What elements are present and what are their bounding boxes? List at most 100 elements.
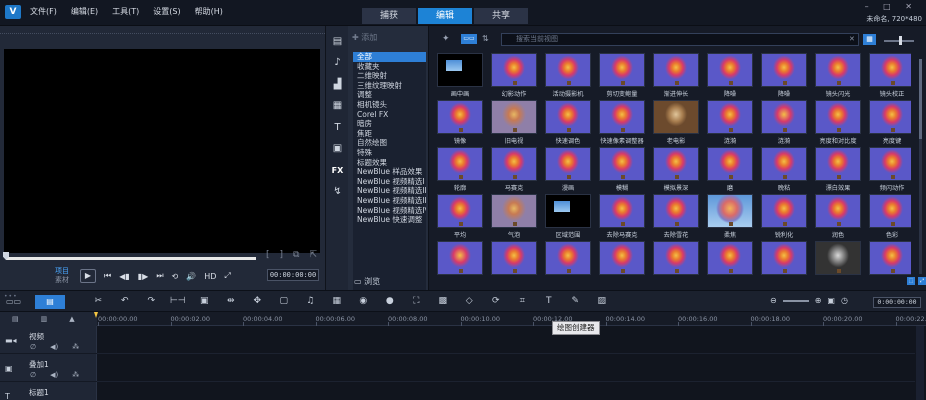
folder-item[interactable]: 收藏夹 [353,62,426,72]
next-frame-icon[interactable]: ▮▶ [138,272,149,281]
effect-thumbnail[interactable]: 气泡 [491,194,537,240]
fullscreen-icon[interactable]: ⤢ [224,271,230,281]
clip-mode-label[interactable]: 素材 [55,276,69,285]
folder-item[interactable]: 调整 [353,90,426,100]
tab-capture[interactable]: 捕获 [362,8,416,24]
mark-in-icon[interactable]: [ [266,250,270,260]
project-mode-label[interactable]: 项目 [55,267,69,276]
folder-item[interactable]: NewBlue 视频精选III [353,196,426,206]
effect-thumbnail[interactable]: 涟漪 [761,100,807,146]
effect-thumbnail[interactable] [815,241,861,280]
effect-thumbnail[interactable]: 画中画 [437,53,483,99]
subtitle-icon[interactable]: ▦ [324,296,351,306]
search-input[interactable]: 搜索当前视图 [501,33,859,46]
effect-thumbnail[interactable]: 晚粘 [761,147,807,193]
timeline-view-button[interactable]: ▤ [35,295,65,309]
template-icon[interactable]: ▦ [330,99,345,112]
library-scrollbar-thumb[interactable] [919,59,922,139]
record-icon[interactable]: ● [377,296,404,306]
effect-thumbnail[interactable]: 马赛克 [491,147,537,193]
effect-thumbnail[interactable] [437,241,483,280]
hd-toggle[interactable]: HD [204,272,216,281]
menu-tools[interactable]: 工具(T) [112,6,139,17]
folder-item[interactable]: 特殊 [353,148,426,158]
menu-file[interactable]: 文件(F) [30,6,57,17]
speed-icon[interactable]: ⟳ [483,296,510,306]
effect-thumbnail[interactable]: 漫画 [545,147,591,193]
folder-item[interactable]: NewBlue 视频精选I [353,177,426,187]
tab-edit[interactable]: 编辑 [418,8,472,24]
link-icon[interactable]: ∅ [30,343,36,351]
effect-thumbnail[interactable]: 去除马赛克 [599,194,645,240]
transition-icon[interactable]: ▟ [330,78,345,91]
folder-item[interactable]: 相机镜头 [353,100,426,110]
view-toggle-button[interactable]: ▭▭ [461,34,477,44]
folder-item[interactable]: NewBlue 样品效果 [353,167,426,177]
split-screen-icon[interactable]: ⇹ [218,296,245,306]
instant-project-icon[interactable]: ♪ [330,56,345,69]
effect-thumbnail[interactable] [707,241,753,280]
effect-thumbnail[interactable]: 柔焦 [707,194,753,240]
audio-icon[interactable]: ♫ [297,296,324,306]
title-icon[interactable]: T [330,121,345,134]
effect-thumbnail[interactable]: 涟漪 [707,100,753,146]
overlay-track-lane[interactable] [97,354,915,382]
add-folder-button[interactable]: ✚ 添加 [348,32,428,46]
grid-icon[interactable]: ⁂ [72,371,79,379]
effect-thumbnail[interactable]: 老电影 [653,100,699,146]
zoom-in-icon[interactable]: ⊕ [815,296,822,305]
prev-frame-icon[interactable]: ◀▮ [119,272,130,281]
graphics-icon[interactable]: ▣ [330,142,345,155]
redo-icon[interactable]: ↷ [138,296,165,306]
link-icon[interactable]: ∅ [30,371,36,379]
split-icon[interactable]: ⧉ [293,250,299,260]
effect-thumbnail[interactable] [869,241,911,280]
fit-icon[interactable]: ⊢⊣ [165,296,192,306]
effect-thumbnail[interactable]: 幻影动作 [491,53,537,99]
effect-thumbnail[interactable]: 平均 [437,194,483,240]
effect-thumbnail[interactable]: 快速调色 [545,100,591,146]
menu-settings[interactable]: 设置(S) [153,6,180,17]
effect-thumbnail[interactable]: 润色 [815,194,861,240]
effect-thumbnail[interactable] [653,241,699,280]
crop-icon[interactable]: ⌗ [509,296,536,306]
sort-icon[interactable]: ⇅ [482,34,489,43]
folder-item[interactable]: 三维纹理映射 [353,81,426,91]
window-controls[interactable]: – □ ✕ [865,2,918,11]
pan-zoom-icon[interactable]: ⛶ [403,296,430,306]
mask-icon[interactable]: ▢ [271,296,298,306]
expand-icon[interactable]: ⤢ [918,277,926,285]
preview-timecode[interactable]: 00:00:00:00 [267,269,319,281]
tab-share[interactable]: 共享 [474,8,528,24]
preview-screen[interactable] [4,49,320,253]
menu-help[interactable]: 帮助(H) [195,6,223,17]
grid-view-button[interactable]: ▦ [863,34,876,45]
effect-thumbnail[interactable]: 锐利化 [761,194,807,240]
timeline-timecode[interactable]: 0:00:00:00 [873,297,921,308]
track-header-title[interactable]: T 标题1 [0,382,97,400]
clock-icon[interactable]: ◷ [841,296,848,305]
mark-out-icon[interactable]: ] [280,250,284,260]
play-button[interactable]: ▶ [80,269,96,283]
folder-item[interactable]: 标题效果 [353,158,426,168]
effect-thumbnail[interactable]: 去除雪花 [653,194,699,240]
title-track-lane[interactable] [97,382,915,400]
effect-thumbnail[interactable]: 色彩 [869,194,911,240]
effect-thumbnail[interactable]: 模糊 [599,147,645,193]
effect-thumbnail[interactable] [761,241,807,280]
effect-thumbnail[interactable]: 活动摄影机 [545,53,591,99]
mute-icon[interactable]: ◀) [50,371,58,379]
repeat-icon[interactable]: ⟲ [172,272,179,281]
timeline-scrollbar[interactable] [916,326,924,400]
browse-button[interactable]: ▭ 浏览 [354,276,380,287]
filter-fx-icon[interactable]: FX [330,164,345,177]
favorite-icon[interactable]: ✦ [442,34,450,44]
zoom-out-icon[interactable]: ⊖ [770,296,777,305]
effect-thumbnail[interactable]: 区域范围 [545,194,591,240]
path-icon[interactable]: ↯ [330,185,345,198]
effect-thumbnail[interactable]: 渐进伸长 [653,53,699,99]
undo-icon[interactable]: ↶ [112,296,139,306]
track-header-video[interactable]: ▬◂ 视频 ∅ ◀) ⁂ [0,326,97,354]
folder-item[interactable]: 暗房 [353,119,426,129]
tools-icon[interactable]: ✂ [85,296,112,306]
